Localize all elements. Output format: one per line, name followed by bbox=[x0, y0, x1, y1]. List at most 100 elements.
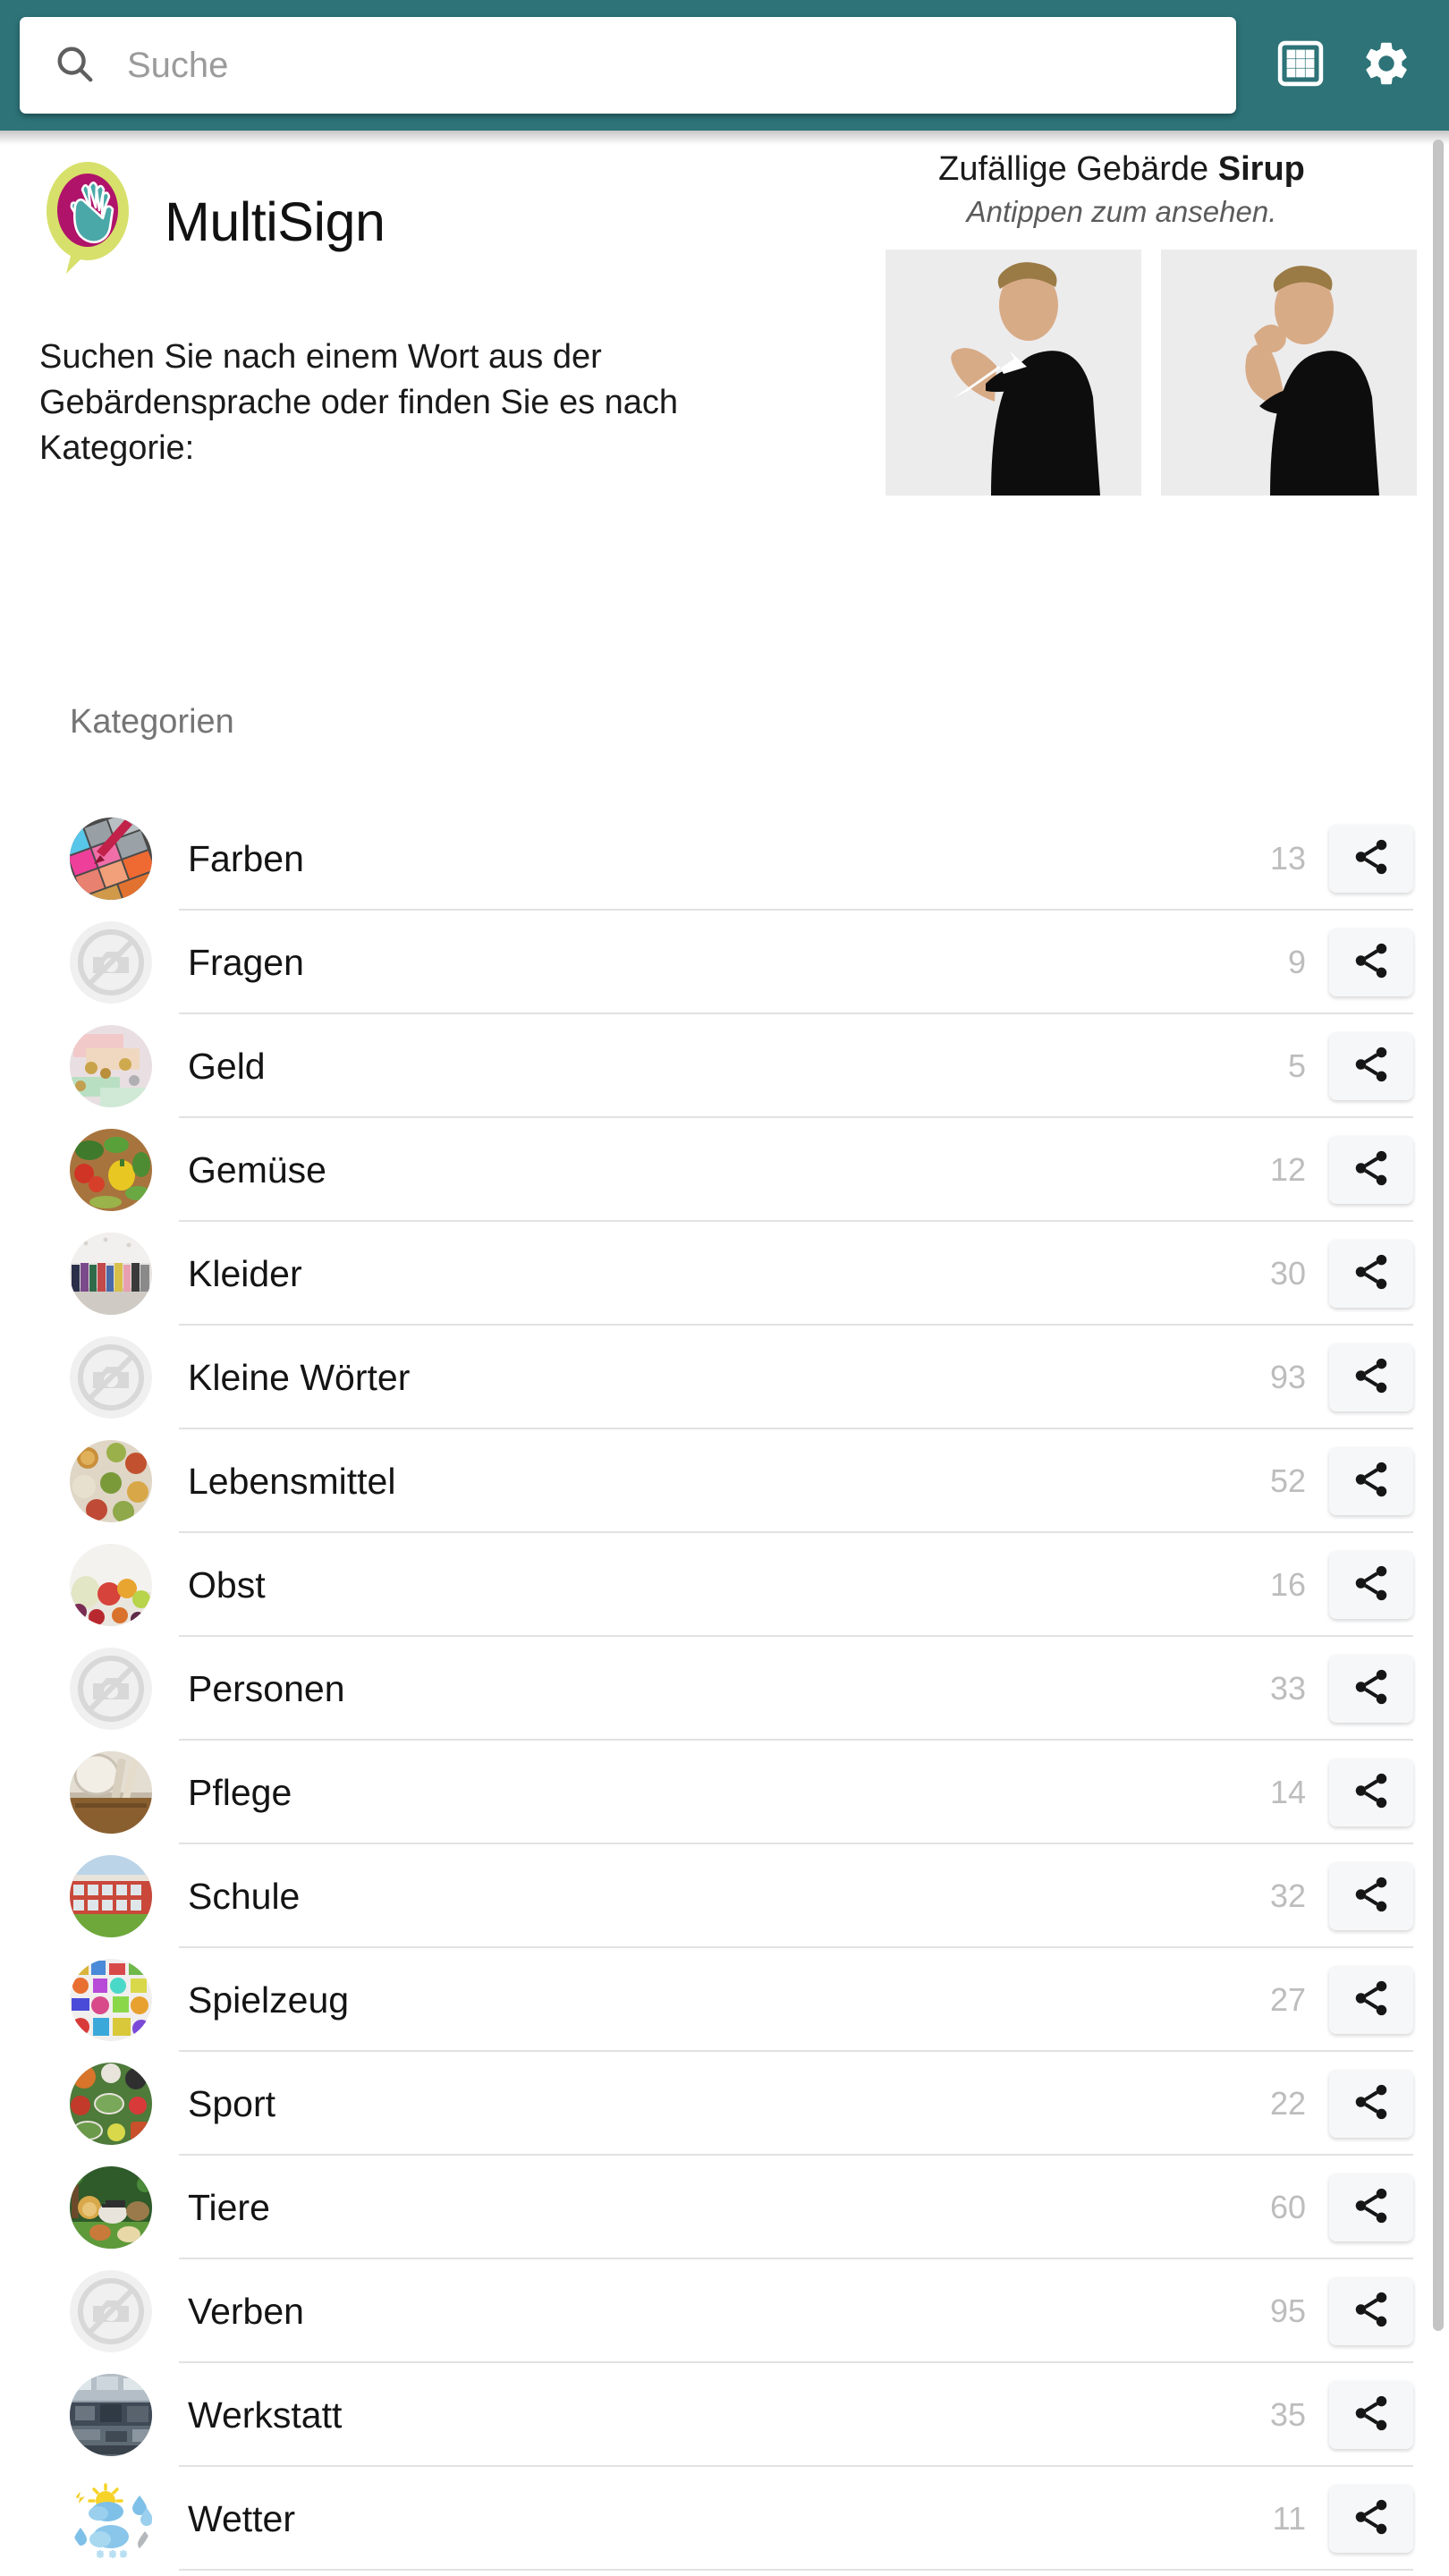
settings-button[interactable] bbox=[1343, 16, 1429, 114]
app-bar bbox=[0, 0, 1449, 131]
category-label: Spielzeug bbox=[188, 1979, 350, 2021]
category-row[interactable]: Spielzeug 27 bbox=[0, 1948, 1449, 2052]
category-count: 35 bbox=[1269, 2396, 1306, 2433]
share-button[interactable] bbox=[1329, 2277, 1413, 2345]
random-sign-images bbox=[826, 250, 1417, 496]
share-button[interactable] bbox=[1329, 2381, 1413, 2449]
share-icon bbox=[1351, 1251, 1392, 1297]
share-button[interactable] bbox=[1329, 2070, 1413, 2138]
category-row[interactable]: Geld 5 bbox=[0, 1014, 1449, 1118]
category-count: 32 bbox=[1269, 1877, 1306, 1914]
categories-section-label: Kategorien bbox=[70, 703, 234, 741]
category-label: Schule bbox=[188, 1875, 301, 1917]
category-row[interactable]: Tiere 60 bbox=[0, 2156, 1449, 2259]
search-icon bbox=[54, 43, 95, 89]
grid-view-button[interactable] bbox=[1258, 16, 1343, 114]
category-count: 93 bbox=[1269, 1359, 1306, 1395]
search-bar[interactable] bbox=[20, 17, 1236, 114]
category-count: 5 bbox=[1287, 1047, 1306, 1084]
category-row[interactable]: Verben 95 bbox=[0, 2259, 1449, 2363]
category-count: 95 bbox=[1269, 2292, 1306, 2329]
share-icon bbox=[1351, 1563, 1392, 1608]
grid-icon bbox=[1275, 38, 1326, 93]
category-row[interactable]: Lebensmittel 52 bbox=[0, 1429, 1449, 1533]
no-image-placeholder-icon bbox=[70, 1336, 152, 1419]
category-thumbnail bbox=[70, 1544, 152, 1626]
category-thumbnail bbox=[70, 2478, 152, 2560]
category-count: 22 bbox=[1269, 2085, 1306, 2122]
share-button[interactable] bbox=[1329, 1551, 1413, 1619]
category-count: 16 bbox=[1269, 1566, 1306, 1603]
category-list: Farben 13 Fragen 9 Geld 5 Gemüse 12 Klei… bbox=[0, 807, 1449, 2576]
category-thumbnail bbox=[70, 1855, 152, 1937]
share-icon bbox=[1351, 1978, 1392, 2023]
category-thumbnail bbox=[70, 1129, 152, 1211]
share-button[interactable] bbox=[1329, 1758, 1413, 1826]
share-button[interactable] bbox=[1329, 2485, 1413, 2553]
no-image-placeholder-icon bbox=[70, 1648, 152, 1730]
share-icon bbox=[1351, 1355, 1392, 1401]
category-count: 60 bbox=[1269, 2189, 1306, 2225]
category-count: 30 bbox=[1269, 1255, 1306, 1292]
share-button[interactable] bbox=[1329, 825, 1413, 893]
share-icon bbox=[1351, 2289, 1392, 2334]
category-label: Tiere bbox=[188, 2186, 270, 2228]
category-row[interactable]: Kleine Wörter 93 bbox=[0, 1326, 1449, 1429]
random-sign-card[interactable]: Zufällige Gebärde Sirup Antippen zum ans… bbox=[826, 150, 1417, 496]
category-row[interactable]: Gemüse 12 bbox=[0, 1118, 1449, 1222]
category-row[interactable]: Schule 32 bbox=[0, 1844, 1449, 1948]
share-icon bbox=[1351, 2081, 1392, 2127]
share-icon bbox=[1351, 1874, 1392, 1919]
category-row[interactable]: Wetter 11 bbox=[0, 2467, 1449, 2571]
multisign-logo-icon bbox=[36, 159, 140, 284]
share-icon bbox=[1351, 940, 1392, 986]
share-button[interactable] bbox=[1329, 1655, 1413, 1723]
category-thumbnail bbox=[70, 1440, 152, 1522]
share-button[interactable] bbox=[1329, 1032, 1413, 1100]
category-row[interactable]: Obst 16 bbox=[0, 1533, 1449, 1637]
category-row[interactable]: Fragen 9 bbox=[0, 911, 1449, 1014]
category-row[interactable]: Kleider 30 bbox=[0, 1222, 1449, 1326]
category-row[interactable]: Sport 22 bbox=[0, 2052, 1449, 2156]
category-row[interactable]: Pflege 14 bbox=[0, 1741, 1449, 1844]
no-image-placeholder-icon bbox=[70, 2270, 152, 2352]
category-label: Geld bbox=[188, 1045, 266, 1087]
category-label: Werkstatt bbox=[188, 2394, 343, 2436]
share-icon bbox=[1351, 1459, 1392, 1504]
page-scrollbar[interactable] bbox=[1433, 140, 1444, 2331]
category-count: 11 bbox=[1272, 2500, 1306, 2537]
share-button[interactable] bbox=[1329, 928, 1413, 996]
category-thumbnail bbox=[70, 1959, 152, 2041]
share-button[interactable] bbox=[1329, 1136, 1413, 1204]
category-row[interactable]: Farben 13 bbox=[0, 807, 1449, 911]
share-button[interactable] bbox=[1329, 1966, 1413, 2034]
category-row[interactable]: Werkstatt 35 bbox=[0, 2363, 1449, 2467]
category-thumbnail bbox=[70, 1025, 152, 1107]
random-sign-subtitle: Antippen zum ansehen. bbox=[966, 195, 1277, 228]
category-thumbnail bbox=[70, 2063, 152, 2145]
category-label: Wetter bbox=[188, 2497, 295, 2539]
search-input[interactable] bbox=[127, 45, 1236, 86]
category-label: Farben bbox=[188, 837, 304, 879]
gear-icon bbox=[1360, 38, 1412, 94]
share-button[interactable] bbox=[1329, 1447, 1413, 1515]
share-button[interactable] bbox=[1329, 2174, 1413, 2241]
share-button[interactable] bbox=[1329, 1862, 1413, 1930]
category-label: Kleider bbox=[188, 1252, 302, 1294]
category-count: 27 bbox=[1269, 1981, 1306, 2018]
sign-photo-2[interactable] bbox=[1161, 250, 1417, 496]
category-row[interactable]: Personen 33 bbox=[0, 1637, 1449, 1741]
no-image-placeholder-icon bbox=[70, 921, 152, 1004]
share-button[interactable] bbox=[1329, 1343, 1413, 1411]
sign-photo-1[interactable] bbox=[886, 250, 1141, 496]
category-label: Pflege bbox=[188, 1771, 292, 1813]
category-label: Lebensmittel bbox=[188, 1460, 396, 1502]
category-label: Sport bbox=[188, 2082, 275, 2124]
category-count: 33 bbox=[1269, 1670, 1306, 1707]
content-top-shadow bbox=[0, 131, 1449, 145]
category-count: 9 bbox=[1287, 944, 1306, 980]
category-thumbnail bbox=[70, 2166, 152, 2249]
share-icon bbox=[1351, 836, 1392, 882]
category-row[interactable]: 456 789 Zahlen28 bbox=[0, 2571, 1449, 2576]
share-button[interactable] bbox=[1329, 1240, 1413, 1308]
